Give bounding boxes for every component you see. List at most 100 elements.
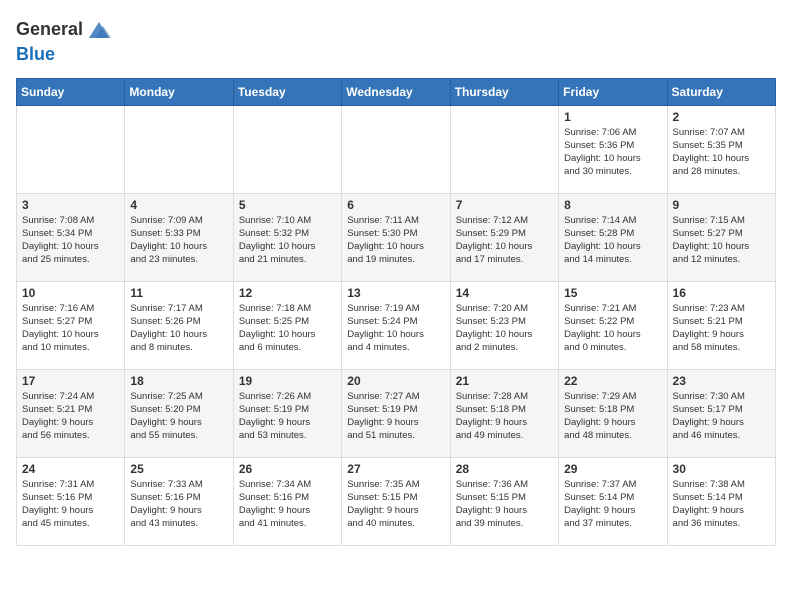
calendar-cell: 6Sunrise: 7:11 AM Sunset: 5:30 PM Daylig…: [342, 193, 450, 281]
calendar-cell: 2 Sunrise: 7:07 AM Sunset: 5:35 PM Daylig…: [667, 105, 775, 193]
calendar-cell: 3 Sunrise: 7:08 AM Sunset: 5:34 PM Daylig…: [17, 193, 125, 281]
day-info: Sunrise: 7:29 AM Sunset: 5:18 PM Dayligh…: [564, 390, 661, 443]
calendar-cell: 25Sunrise: 7:33 AM Sunset: 5:16 PM Dayli…: [125, 457, 233, 545]
calendar-cell: 26 Sunrise: 7:34 AM Sunset: 5:16 PM Dayli…: [233, 457, 341, 545]
day-info: Sunrise: 7:10 AM Sunset: 5:32 PM Dayligh…: [239, 214, 336, 267]
day-number: 6: [347, 198, 444, 212]
day-info: Sunrise: 7:15 AM Sunset: 5:27 PM Dayligh…: [673, 214, 770, 267]
day-number: 13: [347, 286, 444, 300]
weekday-header-saturday: Saturday: [667, 78, 775, 105]
calendar-cell: 27Sunrise: 7:35 AM Sunset: 5:15 PM Dayli…: [342, 457, 450, 545]
day-info: Sunrise: 7:17 AM Sunset: 5:26 PM Dayligh…: [130, 302, 227, 355]
calendar-cell: 11 Sunrise: 7:17 AM Sunset: 5:26 PM Dayli…: [125, 281, 233, 369]
weekday-header-tuesday: Tuesday: [233, 78, 341, 105]
day-number: 20: [347, 374, 444, 388]
day-info: Sunrise: 7:24 AM Sunset: 5:21 PM Dayligh…: [22, 390, 119, 443]
calendar-cell: 1 Sunrise: 7:06 AM Sunset: 5:36 PM Daylig…: [559, 105, 667, 193]
calendar-cell: 22 Sunrise: 7:29 AM Sunset: 5:18 PM Dayli…: [559, 369, 667, 457]
day-number: 16: [673, 286, 770, 300]
calendar-header-row: SundayMondayTuesdayWednesdayThursdayFrid…: [17, 78, 776, 105]
weekday-header-sunday: Sunday: [17, 78, 125, 105]
day-info: Sunrise: 7:09 AM Sunset: 5:33 PM Dayligh…: [130, 214, 227, 267]
calendar-cell: 18Sunrise: 7:25 AM Sunset: 5:20 PM Dayli…: [125, 369, 233, 457]
calendar-cell: 21 Sunrise: 7:28 AM Sunset: 5:18 PM Dayli…: [450, 369, 558, 457]
day-info: Sunrise: 7:34 AM Sunset: 5:16 PM Dayligh…: [239, 478, 336, 531]
day-number: 19: [239, 374, 336, 388]
calendar-week-row: 1 Sunrise: 7:06 AM Sunset: 5:36 PM Daylig…: [17, 105, 776, 193]
calendar-cell: 17 Sunrise: 7:24 AM Sunset: 5:21 PM Dayli…: [17, 369, 125, 457]
calendar-cell: 19 Sunrise: 7:26 AM Sunset: 5:19 PM Dayli…: [233, 369, 341, 457]
day-number: 4: [130, 198, 227, 212]
logo: General Blue: [16, 16, 113, 66]
day-number: 26: [239, 462, 336, 476]
day-number: 18: [130, 374, 227, 388]
day-info: Sunrise: 7:28 AM Sunset: 5:18 PM Dayligh…: [456, 390, 553, 443]
day-info: Sunrise: 7:38 AM Sunset: 5:14 PM Dayligh…: [673, 478, 770, 531]
calendar-cell: [17, 105, 125, 193]
day-info: Sunrise: 7:30 AM Sunset: 5:17 PM Dayligh…: [673, 390, 770, 443]
weekday-header-friday: Friday: [559, 78, 667, 105]
calendar-week-row: 17 Sunrise: 7:24 AM Sunset: 5:21 PM Dayli…: [17, 369, 776, 457]
day-info: Sunrise: 7:21 AM Sunset: 5:22 PM Dayligh…: [564, 302, 661, 355]
day-number: 23: [673, 374, 770, 388]
day-number: 11: [130, 286, 227, 300]
calendar-cell: 15Sunrise: 7:21 AM Sunset: 5:22 PM Dayli…: [559, 281, 667, 369]
day-number: 3: [22, 198, 119, 212]
day-info: Sunrise: 7:12 AM Sunset: 5:29 PM Dayligh…: [456, 214, 553, 267]
calendar-cell: 23 Sunrise: 7:30 AM Sunset: 5:17 PM Dayli…: [667, 369, 775, 457]
calendar-cell: [450, 105, 558, 193]
calendar-cell: [342, 105, 450, 193]
day-number: 12: [239, 286, 336, 300]
day-info: Sunrise: 7:33 AM Sunset: 5:16 PM Dayligh…: [130, 478, 227, 531]
calendar-cell: 14 Sunrise: 7:20 AM Sunset: 5:23 PM Dayli…: [450, 281, 558, 369]
calendar-cell: 9 Sunrise: 7:15 AM Sunset: 5:27 PM Daylig…: [667, 193, 775, 281]
day-info: Sunrise: 7:14 AM Sunset: 5:28 PM Dayligh…: [564, 214, 661, 267]
logo-icon: [85, 16, 113, 44]
day-info: Sunrise: 7:36 AM Sunset: 5:15 PM Dayligh…: [456, 478, 553, 531]
day-info: Sunrise: 7:37 AM Sunset: 5:14 PM Dayligh…: [564, 478, 661, 531]
calendar-cell: 29 Sunrise: 7:37 AM Sunset: 5:14 PM Dayli…: [559, 457, 667, 545]
calendar-week-row: 3 Sunrise: 7:08 AM Sunset: 5:34 PM Daylig…: [17, 193, 776, 281]
calendar-cell: 5 Sunrise: 7:10 AM Sunset: 5:32 PM Daylig…: [233, 193, 341, 281]
day-number: 5: [239, 198, 336, 212]
calendar-cell: 10 Sunrise: 7:16 AM Sunset: 5:27 PM Dayli…: [17, 281, 125, 369]
calendar-cell: 20 Sunrise: 7:27 AM Sunset: 5:19 PM Dayli…: [342, 369, 450, 457]
day-info: Sunrise: 7:20 AM Sunset: 5:23 PM Dayligh…: [456, 302, 553, 355]
day-info: Sunrise: 7:06 AM Sunset: 5:36 PM Dayligh…: [564, 126, 661, 179]
calendar-cell: [233, 105, 341, 193]
day-number: 9: [673, 198, 770, 212]
day-number: 17: [22, 374, 119, 388]
day-number: 10: [22, 286, 119, 300]
weekday-header-thursday: Thursday: [450, 78, 558, 105]
day-number: 28: [456, 462, 553, 476]
calendar-cell: 8 Sunrise: 7:14 AM Sunset: 5:28 PM Daylig…: [559, 193, 667, 281]
calendar-cell: 16 Sunrise: 7:23 AM Sunset: 5:21 PM Dayli…: [667, 281, 775, 369]
logo-general: General: [16, 19, 83, 41]
calendar-cell: 12 Sunrise: 7:18 AM Sunset: 5:25 PM Dayli…: [233, 281, 341, 369]
day-number: 14: [456, 286, 553, 300]
calendar-cell: 13Sunrise: 7:19 AM Sunset: 5:24 PM Dayli…: [342, 281, 450, 369]
day-number: 2: [673, 110, 770, 124]
day-info: Sunrise: 7:26 AM Sunset: 5:19 PM Dayligh…: [239, 390, 336, 443]
day-info: Sunrise: 7:18 AM Sunset: 5:25 PM Dayligh…: [239, 302, 336, 355]
day-info: Sunrise: 7:16 AM Sunset: 5:27 PM Dayligh…: [22, 302, 119, 355]
day-number: 1: [564, 110, 661, 124]
calendar-table: SundayMondayTuesdayWednesdayThursdayFrid…: [16, 78, 776, 546]
calendar-week-row: 24Sunrise: 7:31 AM Sunset: 5:16 PM Dayli…: [17, 457, 776, 545]
calendar-cell: 30 Sunrise: 7:38 AM Sunset: 5:14 PM Dayli…: [667, 457, 775, 545]
day-number: 8: [564, 198, 661, 212]
day-info: Sunrise: 7:27 AM Sunset: 5:19 PM Dayligh…: [347, 390, 444, 443]
day-info: Sunrise: 7:07 AM Sunset: 5:35 PM Dayligh…: [673, 126, 770, 179]
day-info: Sunrise: 7:23 AM Sunset: 5:21 PM Dayligh…: [673, 302, 770, 355]
day-number: 29: [564, 462, 661, 476]
day-info: Sunrise: 7:08 AM Sunset: 5:34 PM Dayligh…: [22, 214, 119, 267]
day-number: 21: [456, 374, 553, 388]
page-header: General Blue: [16, 16, 776, 66]
day-number: 22: [564, 374, 661, 388]
day-info: Sunrise: 7:35 AM Sunset: 5:15 PM Dayligh…: [347, 478, 444, 531]
calendar-cell: 4 Sunrise: 7:09 AM Sunset: 5:33 PM Daylig…: [125, 193, 233, 281]
weekday-header-wednesday: Wednesday: [342, 78, 450, 105]
day-number: 30: [673, 462, 770, 476]
day-number: 7: [456, 198, 553, 212]
day-info: Sunrise: 7:31 AM Sunset: 5:16 PM Dayligh…: [22, 478, 119, 531]
